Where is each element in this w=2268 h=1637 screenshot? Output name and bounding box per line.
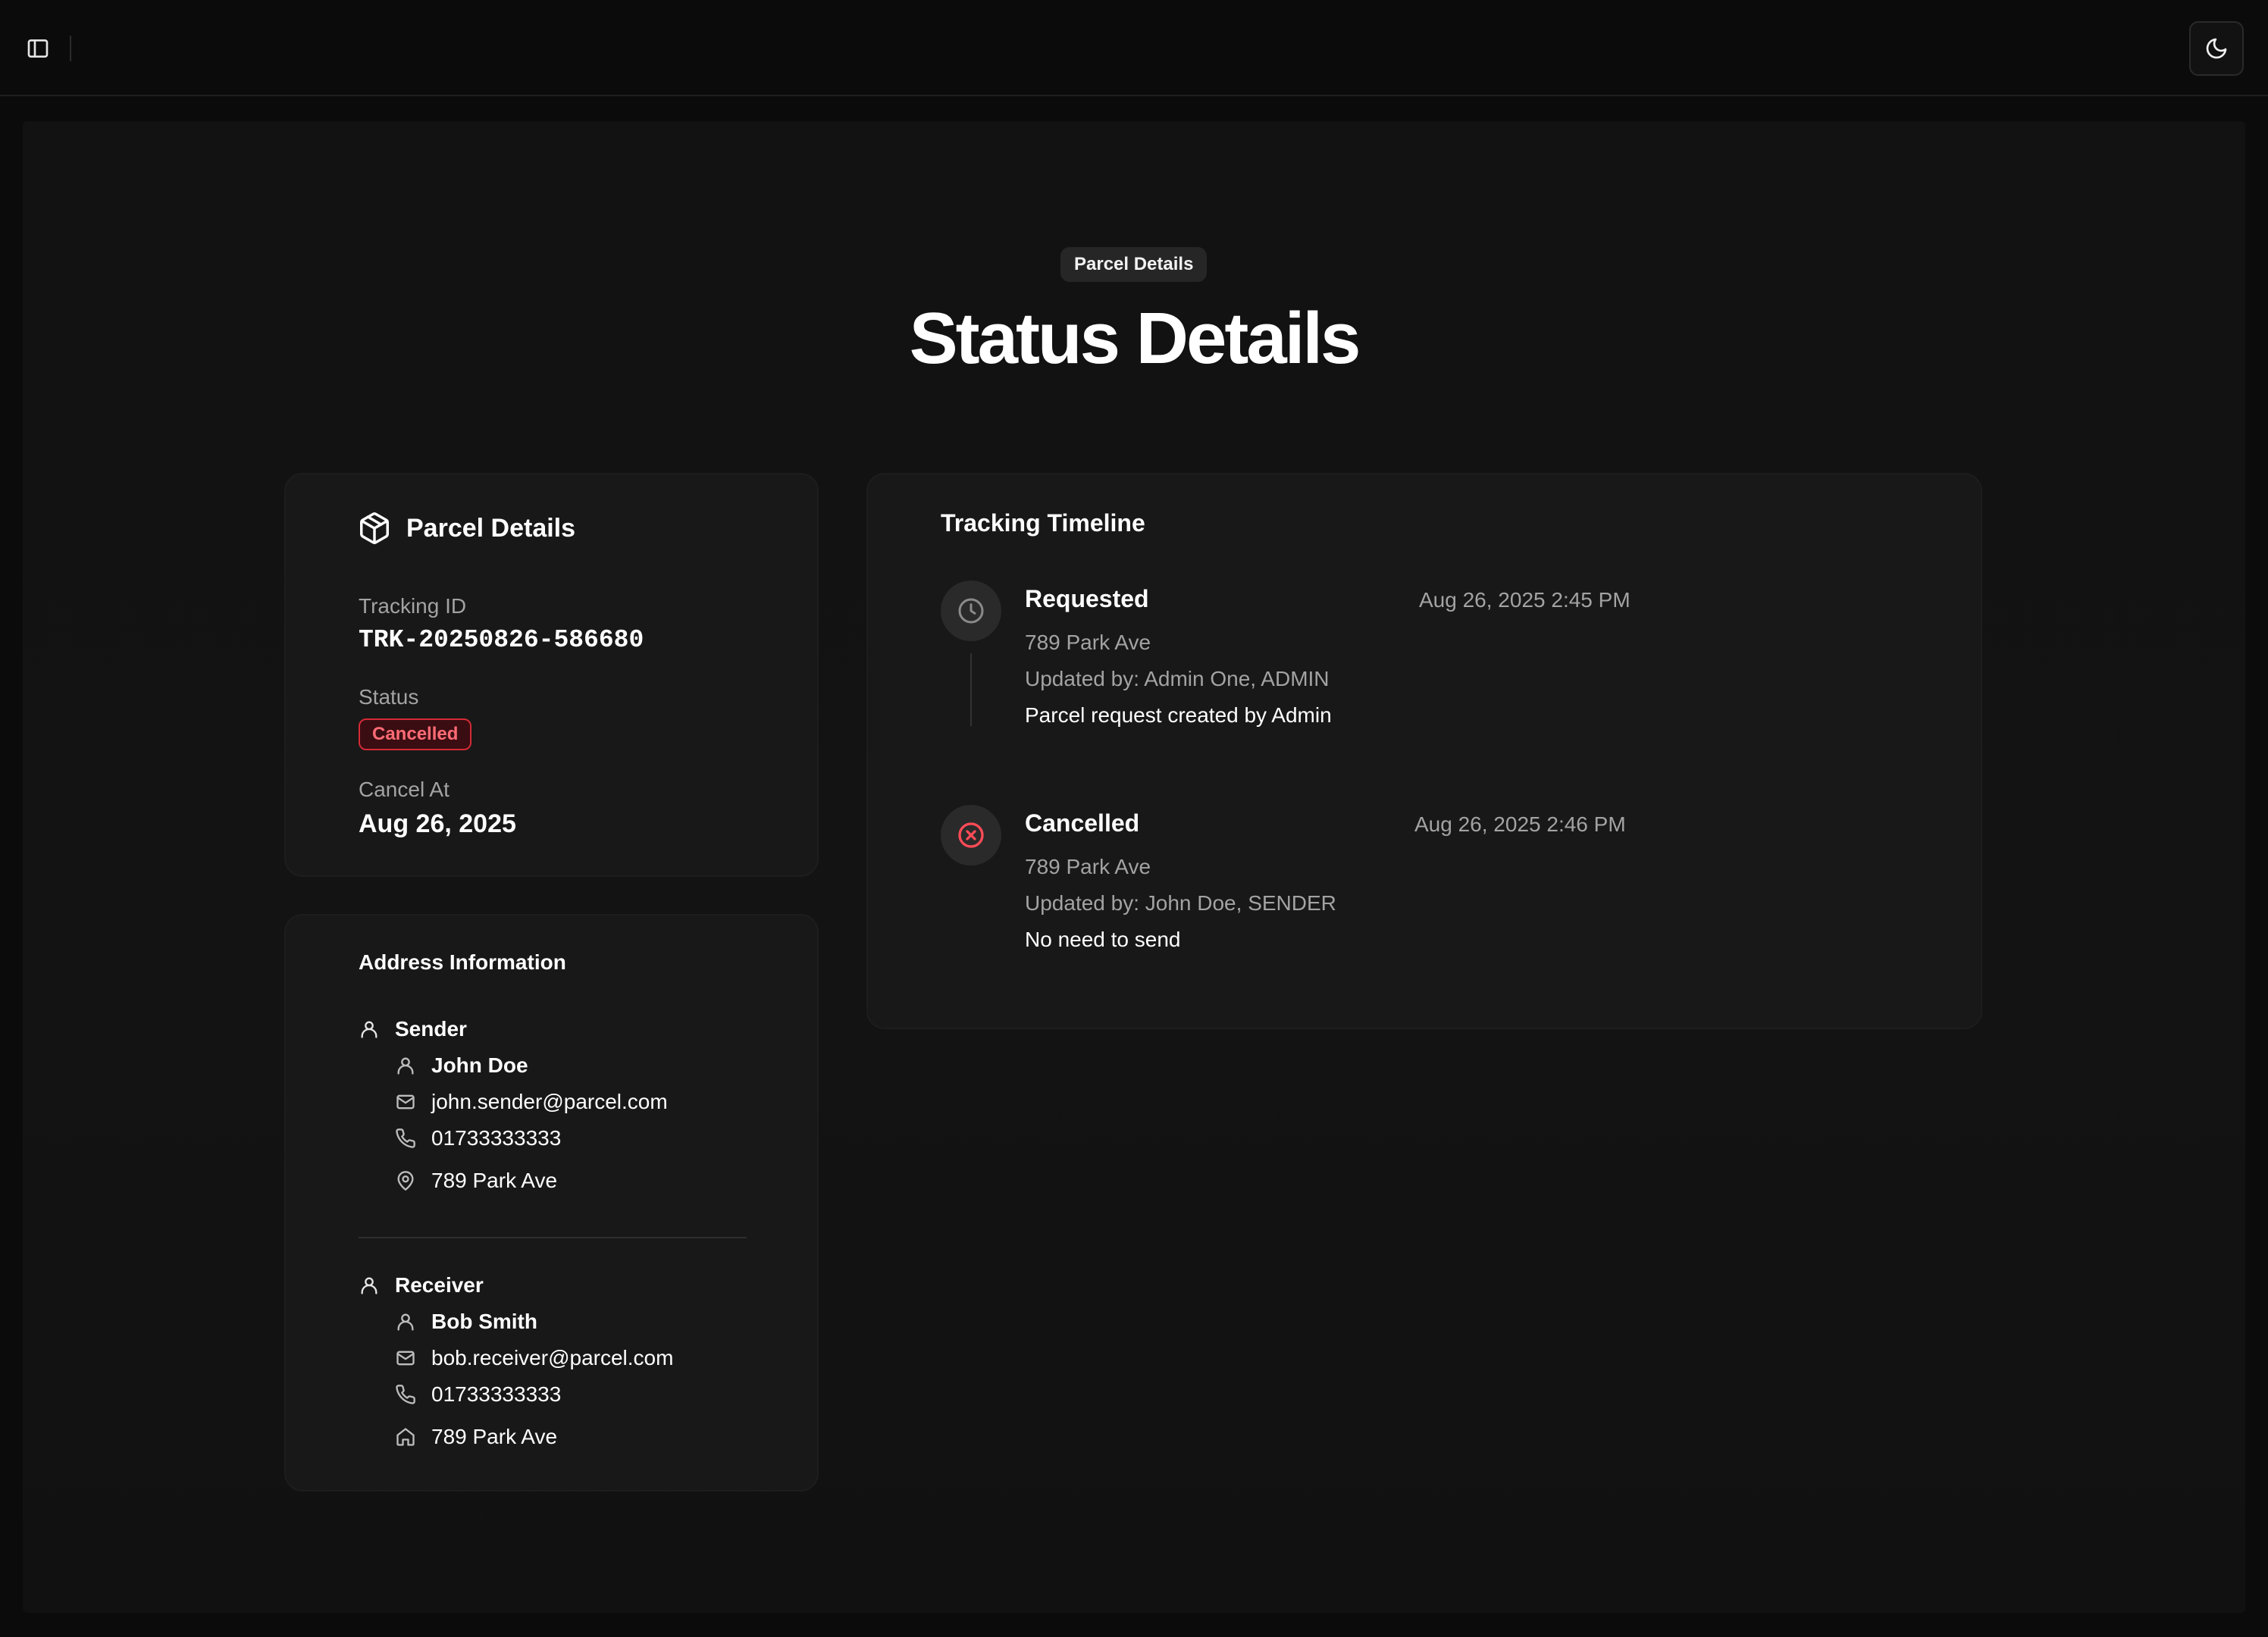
sender-email: john.sender@parcel.com [431, 1090, 668, 1113]
receiver-name: Bob Smith [431, 1310, 537, 1333]
address-information-card: Address Information Sender John Doe john… [284, 914, 819, 1491]
address-card-title: Address Information [359, 950, 566, 974]
tracking-id-value: TRK-20250826-586680 [359, 626, 644, 654]
sender-name: John Doe [431, 1053, 528, 1077]
phone-icon [396, 1385, 415, 1404]
timeline-title: Tracking Timeline [941, 509, 1145, 537]
timeline-event-note: No need to send [1025, 928, 1181, 951]
mail-icon [396, 1351, 415, 1366]
timeline-event-icon [941, 581, 1001, 641]
sender-heading: Sender [395, 1017, 467, 1041]
status-label: Status [359, 685, 419, 709]
page-title: Status Details [909, 298, 1361, 379]
home-icon [396, 1428, 415, 1446]
sidebar-toggle-button[interactable] [23, 33, 53, 64]
sender-phone: 01733333333 [431, 1126, 562, 1150]
map-pin-icon [397, 1171, 414, 1191]
timeline-connector [970, 653, 972, 726]
tracking-timeline-card: Tracking Timeline Requested Aug 26, 2025… [866, 473, 1982, 1029]
cancel-at-value: Aug 26, 2025 [359, 809, 516, 838]
timeline-event-icon [941, 805, 1001, 865]
receiver-phone: 01733333333 [431, 1382, 562, 1406]
timeline-event-updated-by: Updated by: John Doe, SENDER [1025, 891, 1336, 915]
address-divider [359, 1237, 747, 1238]
theme-toggle-button[interactable] [2189, 21, 2244, 76]
user-icon [397, 1057, 414, 1075]
parcel-details-card: Parcel Details Tracking ID TRK-20250826-… [284, 473, 819, 877]
header-badge: Parcel Details [1060, 247, 1208, 282]
cancel-at-label: Cancel At [359, 778, 450, 801]
moon-icon [2206, 38, 2227, 59]
timeline-event-location: 789 Park Ave [1025, 631, 1151, 654]
timeline-event-timestamp: Aug 26, 2025 2:46 PM [1414, 812, 1626, 836]
tracking-id-label: Tracking ID [359, 594, 467, 618]
receiver-heading: Receiver [395, 1273, 484, 1297]
sender-address: 789 Park Ave [431, 1169, 558, 1192]
x-circle-icon [958, 822, 984, 848]
top-bar [0, 0, 2268, 96]
timeline-event-updated-by: Updated by: Admin One, ADMIN [1025, 667, 1330, 690]
phone-icon [396, 1128, 415, 1148]
user-icon [361, 1277, 377, 1294]
timeline-event-location: 789 Park Ave [1025, 855, 1151, 878]
sidebar-toggle-icon [27, 39, 49, 58]
mail-icon [396, 1094, 415, 1110]
parcel-card-title: Parcel Details [406, 514, 576, 543]
status-badge: Cancelled [359, 718, 472, 750]
timeline-event-timestamp: Aug 26, 2025 2:45 PM [1419, 588, 1631, 612]
topbar-divider [70, 36, 71, 61]
package-icon [360, 512, 389, 544]
receiver-address: 789 Park Ave [431, 1425, 558, 1448]
receiver-email: bob.receiver@parcel.com [431, 1346, 674, 1369]
timeline-event-status: Cancelled [1025, 809, 1140, 837]
clock-icon [958, 598, 984, 624]
user-icon [397, 1313, 414, 1331]
timeline-event-status: Requested [1025, 585, 1149, 612]
timeline-event-note: Parcel request created by Admin [1025, 703, 1332, 727]
user-icon [361, 1021, 377, 1038]
